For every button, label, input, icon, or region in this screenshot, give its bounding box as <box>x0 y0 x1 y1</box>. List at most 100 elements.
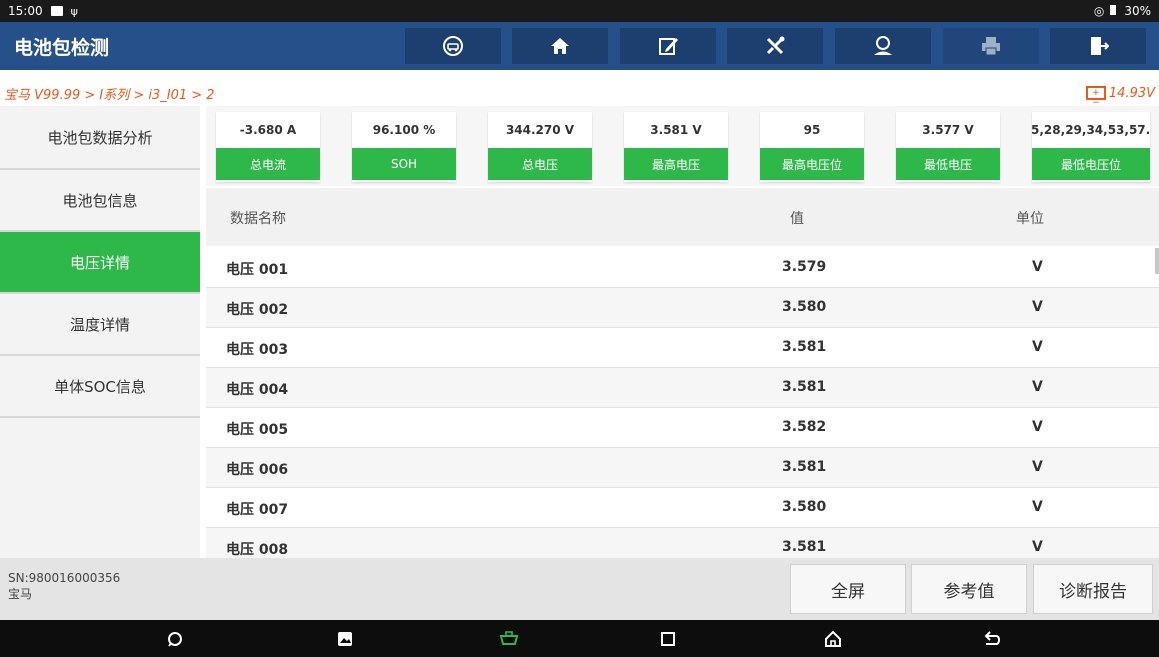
column-header-unit: 单位 <box>1016 211 1044 227</box>
card-label: 最低电压 <box>896 148 1000 180</box>
table-row[interactable]: 电压 003 3.581 V <box>206 328 1159 368</box>
gallery-icon <box>338 632 352 646</box>
cell-name: 电压 004 <box>226 382 289 398</box>
cell-unit: V <box>1032 339 1043 355</box>
card-label: 最高电压 <box>624 148 728 180</box>
print-icon <box>982 37 1000 56</box>
table-row[interactable]: 电压 005 3.582 V <box>206 408 1159 448</box>
card-value: 95 <box>803 123 821 137</box>
exit-icon <box>1091 37 1109 55</box>
home-icon <box>551 38 569 54</box>
card-min-voltage: 3.577 V 最低电压 <box>896 112 1000 182</box>
exit-button[interactable] <box>1050 28 1146 64</box>
battery-voltage-icon: + − <box>1085 86 1106 108</box>
cell-value: 3.581 <box>782 459 827 475</box>
table-scrollbar[interactable] <box>1155 248 1159 274</box>
sidebar: 电池包数据分析 电池包信息 电压详情 温度详情 单体SOC信息 <box>0 106 200 558</box>
sidebar-item-pack-info[interactable]: 电池包信息 <box>0 170 200 232</box>
print-button[interactable] <box>943 28 1039 64</box>
car-icon <box>443 36 463 56</box>
tools-button[interactable] <box>727 28 823 64</box>
table-row[interactable]: 电压 004 3.581 V <box>206 368 1159 408</box>
status-bar: 15:00 ψ ◎ 30% <box>0 0 1159 22</box>
column-header-name: 数据名称 <box>230 211 286 227</box>
usb-icon: ψ <box>70 4 78 18</box>
sidebar-item-label: 单体SOC信息 <box>54 377 146 396</box>
card-value: -3.680 A <box>239 123 297 137</box>
card-label: 最低电压位 <box>1032 148 1150 180</box>
card-label: 最高电压位 <box>760 148 864 180</box>
card-max-voltage: 3.581 V 最高电压 <box>624 112 728 182</box>
footer-bar: SN:980016000356 宝马 全屏 参考值 诊断报告 <box>0 558 1159 620</box>
recent-apps-icon <box>661 632 675 646</box>
assistant-icon <box>168 632 182 647</box>
edit-button[interactable] <box>620 28 716 64</box>
table-row[interactable]: 电压 001 3.579 V <box>206 248 1159 288</box>
cell-value: 3.582 <box>782 419 827 435</box>
recent-apps-button[interactable] <box>657 628 679 650</box>
breadcrumb: 宝马 V99.99 > I系列 > i3_I01 > 2 + − 14.93V <box>0 82 1159 108</box>
back-button[interactable] <box>980 628 1002 650</box>
card-soh: 96.100 % SOH <box>352 112 456 182</box>
image-notification-icon <box>50 6 63 16</box>
assistant-button[interactable] <box>164 628 186 650</box>
table-row[interactable]: 电压 008 3.581 V <box>206 528 1159 558</box>
vehicle-voltage: + − 14.93V <box>1085 85 1155 108</box>
table-row[interactable]: 电压 006 3.581 V <box>206 448 1159 488</box>
home-nav-icon <box>825 630 841 647</box>
cell-value: 3.579 <box>782 259 827 275</box>
sidebar-item-cell-soc[interactable]: 单体SOC信息 <box>0 356 200 418</box>
tools-icon <box>766 36 785 55</box>
system-nav-bar <box>0 620 1159 657</box>
sidebar-item-temperature-details[interactable]: 温度详情 <box>0 294 200 356</box>
battery-icon <box>1110 4 1118 18</box>
card-label: 总电流 <box>216 148 320 180</box>
page-title: 电池包检测 <box>14 36 110 59</box>
reference-value-button[interactable]: 参考值 <box>911 564 1027 614</box>
vci-connector-button[interactable] <box>498 628 520 650</box>
cell-name: 电压 007 <box>226 502 289 518</box>
card-label: SOH <box>352 148 456 180</box>
voltage-table[interactable]: 电压 001 3.579 V 电压 002 3.580 V 电压 003 3.581 V 电… <box>206 248 1159 558</box>
home-nav-button[interactable] <box>822 628 844 650</box>
vehicle-brand: 宝马 <box>8 587 33 601</box>
cell-unit: V <box>1032 259 1043 275</box>
table-row[interactable]: 电压 002 3.580 V <box>206 288 1159 328</box>
car-button[interactable] <box>405 28 501 64</box>
voltage-value: 14.93V <box>1108 85 1155 101</box>
sidebar-item-pack-analysis[interactable]: 电池包数据分析 <box>0 106 200 170</box>
diagnostic-report-button[interactable]: 诊断报告 <box>1033 564 1153 614</box>
cell-value: 3.580 <box>782 499 827 515</box>
card-total-voltage: 344.270 V 总电压 <box>488 112 592 182</box>
gallery-button[interactable] <box>334 628 356 650</box>
vci-connector-icon <box>499 631 519 645</box>
cell-unit: V <box>1032 459 1043 475</box>
table-row[interactable]: 电压 007 3.580 V <box>206 488 1159 528</box>
support-icon <box>874 36 892 55</box>
home-button[interactable] <box>512 28 608 64</box>
cell-unit: V <box>1032 539 1043 555</box>
support-button[interactable] <box>835 28 931 64</box>
fullscreen-button[interactable]: 全屏 <box>790 564 906 614</box>
card-value: 3.581 V <box>650 123 702 137</box>
table-header: 数据名称 值 单位 <box>206 188 1159 246</box>
sidebar-item-label: 电池包数据分析 <box>47 128 153 147</box>
title-bar: 电池包检测 <box>0 22 1159 70</box>
sidebar-item-voltage-details[interactable]: 电压详情 <box>0 232 200 294</box>
card-label: 总电压 <box>488 148 592 180</box>
column-header-value: 值 <box>790 211 804 227</box>
location-icon: ◎ <box>1093 4 1105 18</box>
cell-unit: V <box>1032 299 1043 315</box>
cell-unit: V <box>1032 499 1043 515</box>
cell-value: 3.580 <box>782 299 827 315</box>
battery-level: 30% <box>1124 4 1151 18</box>
card-value: 96.100 % <box>372 123 436 137</box>
card-value: 25,28,29,34,53,57... <box>1032 123 1150 137</box>
serial-number: SN:980016000356 <box>8 571 121 585</box>
cell-unit: V <box>1032 419 1043 435</box>
sidebar-item-label: 温度详情 <box>69 315 130 334</box>
card-value: 344.270 V <box>505 123 575 137</box>
cell-name: 电压 001 <box>226 262 289 278</box>
back-icon <box>984 631 1000 645</box>
cell-value: 3.581 <box>782 539 827 555</box>
